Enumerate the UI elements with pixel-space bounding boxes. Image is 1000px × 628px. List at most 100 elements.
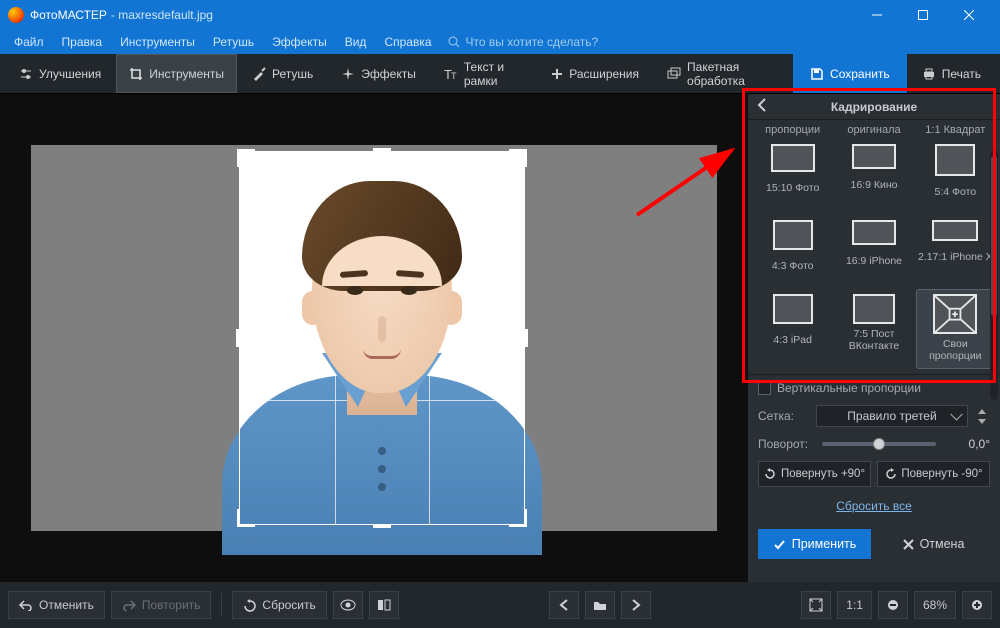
crop-region[interactable] (239, 151, 525, 525)
printer-icon (922, 67, 936, 81)
rotate-slider[interactable] (822, 442, 936, 446)
compare-icon (377, 598, 391, 612)
crop-preset[interactable]: 16:9 iPhone (835, 216, 912, 284)
crop-handle-tl[interactable] (237, 149, 255, 167)
text-icon: TT (444, 67, 458, 81)
crop-preset[interactable]: 4:3 iPad (754, 290, 831, 368)
checkbox-icon (758, 382, 771, 395)
preset-label: 2.17:1 iPhone X (918, 245, 993, 269)
zoom-percent[interactable]: 68% (914, 591, 956, 619)
nav-prev-button[interactable] (549, 591, 579, 619)
preset-label: Свои пропорции (917, 338, 994, 362)
tab-improvements[interactable]: Улучшения (6, 54, 114, 93)
preset-label: 7:5 Пост ВКонтакте (835, 328, 912, 352)
grid-select[interactable]: Правило третей (816, 405, 968, 427)
svg-text:T: T (451, 71, 457, 81)
crop-preset[interactable]: 4:3 Фото (754, 216, 831, 284)
crop-preset[interactable]: 15:10 Фото (754, 140, 831, 210)
brush-icon (252, 67, 266, 81)
preset-label: 16:9 iPhone (846, 249, 902, 273)
maximize-button[interactable] (900, 0, 946, 30)
plus-icon (551, 68, 563, 80)
canvas-wrap (0, 94, 748, 582)
undo-button[interactable]: Отменить (8, 591, 105, 619)
print-button[interactable]: Печать (909, 54, 994, 93)
crop-preset[interactable]: 5:4 Фото (917, 140, 994, 210)
menu-help[interactable]: Справка (376, 33, 439, 51)
rotate-left-icon (884, 468, 897, 481)
save-button[interactable]: Сохранить (793, 54, 907, 93)
undo-icon (19, 599, 33, 611)
save-icon (810, 67, 824, 81)
tab-retouch[interactable]: Ретушь (239, 54, 326, 93)
minus-icon (887, 599, 899, 611)
redo-button[interactable]: Повторить (111, 591, 212, 619)
preset-label: 16:9 Кино (851, 173, 898, 197)
menu-tools[interactable]: Инструменты (112, 33, 203, 51)
crop-preset[interactable]: Свои пропорции (917, 290, 994, 368)
crop-preset[interactable]: 7:5 Пост ВКонтакте (835, 290, 912, 368)
tab-effects[interactable]: Эффекты (328, 54, 429, 93)
reset-all-link[interactable]: Сбросить все (758, 499, 990, 513)
reset-button[interactable]: Сбросить (232, 591, 326, 619)
crop-preset[interactable]: 16:9 Кино (835, 140, 912, 210)
crop-handle-tr[interactable] (509, 149, 527, 167)
quick-search[interactable]: Что вы хотите сделать? (448, 35, 599, 49)
tab-extensions[interactable]: Расширения (538, 54, 652, 93)
vertical-proportions-checkbox[interactable]: Вертикальные пропорции (758, 381, 990, 395)
zoom-in-button[interactable] (962, 591, 992, 619)
rotate-label: Поворот: (758, 437, 814, 451)
main-toolbar: Улучшения Инструменты Ретушь Эффекты TT … (0, 54, 1000, 94)
search-placeholder: Что вы хотите сделать? (466, 35, 599, 49)
preset-label: 5:4 Фото (935, 180, 977, 204)
nav-browse-button[interactable] (585, 591, 615, 619)
crop-handle-left[interactable] (236, 329, 240, 347)
cancel-button[interactable]: Отмена (877, 529, 990, 559)
eye-icon (340, 599, 356, 611)
crop-preset[interactable]: 2.17:1 iPhone X (917, 216, 994, 284)
rotate-minus-90-button[interactable]: Повернуть -90° (877, 461, 990, 487)
crop-handle-top[interactable] (373, 148, 391, 152)
tab-text-frames[interactable]: TT Текст и рамки (431, 54, 536, 93)
minimize-button[interactable] (854, 0, 900, 30)
title-bar: ФотоМАСТЕР - maxresdefault.jpg (0, 0, 1000, 30)
work-area: Кадрирование пропорции оригинала 1:1 Ква… (0, 94, 1000, 582)
panel-controls: Вертикальные пропорции Сетка: Правило тр… (748, 374, 1000, 565)
menu-file[interactable]: Файл (6, 33, 52, 51)
preset-grid: 15:10 Фото 16:9 Кино 5:4 Фото 4:3 Фото 16:9 … (754, 140, 994, 368)
preset-label: 4:3 iPad (773, 328, 812, 352)
show-original-button[interactable] (333, 591, 363, 619)
plus-circle-icon (971, 599, 983, 611)
menu-effects[interactable]: Эффекты (264, 33, 335, 51)
preset-label: 15:10 Фото (766, 176, 819, 200)
panel-back-button[interactable] (756, 98, 768, 112)
grid-stepper[interactable] (976, 407, 990, 426)
redo-icon (122, 599, 136, 611)
check-icon (773, 538, 786, 551)
grid-label: Сетка: (758, 409, 808, 423)
image-canvas[interactable] (31, 145, 717, 531)
crop-handle-right[interactable] (524, 329, 528, 347)
fit-screen-button[interactable] (801, 591, 831, 619)
zoom-1to1-button[interactable]: 1:1 (837, 591, 872, 619)
tab-batch[interactable]: Пакетная обработка (654, 54, 789, 93)
apply-button[interactable]: Применить (758, 529, 871, 559)
rotate-value: 0,0° (944, 437, 990, 451)
document-name: - maxresdefault.jpg (111, 8, 213, 22)
preset-label: 4:3 Фото (772, 254, 814, 278)
menu-view[interactable]: Вид (337, 33, 375, 51)
bottom-bar: Отменить Повторить Сбросить 1:1 68% (0, 582, 1000, 628)
presets-scrollbar[interactable] (990, 150, 998, 400)
presets-area: пропорции оригинала 1:1 Квадрат 15:10 Фо… (748, 120, 1000, 374)
rotate-plus-90-button[interactable]: Повернуть +90° (758, 461, 871, 487)
compare-button[interactable] (369, 591, 399, 619)
panel-header: Кадрирование (748, 94, 1000, 120)
menu-retouch[interactable]: Ретушь (205, 33, 262, 51)
close-button[interactable] (946, 0, 992, 30)
tab-tools[interactable]: Инструменты (116, 54, 237, 93)
app-name: ФотоМАСТЕР (30, 8, 107, 22)
nav-next-button[interactable] (621, 591, 651, 619)
panel-title: Кадрирование (831, 100, 917, 114)
menu-edit[interactable]: Правка (54, 33, 111, 51)
zoom-out-button[interactable] (878, 591, 908, 619)
